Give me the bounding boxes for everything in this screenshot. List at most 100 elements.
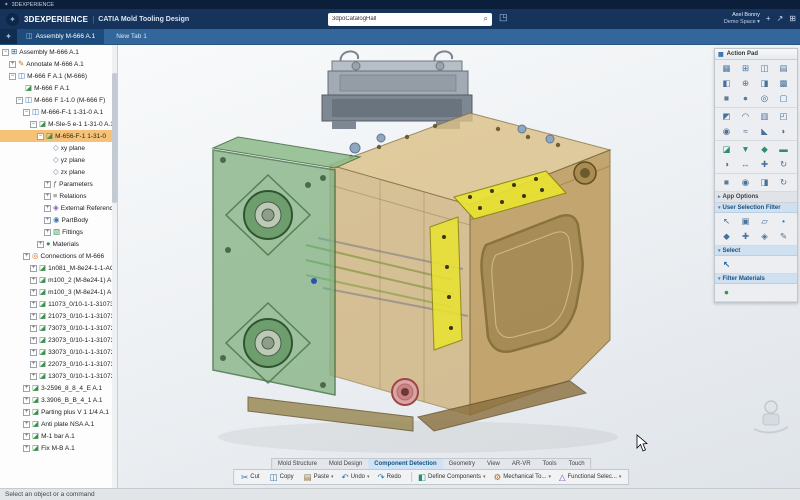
tool-icon[interactable] [736, 61, 755, 76]
filter-tool-icon[interactable] [774, 229, 793, 244]
tree-item[interactable]: M-1 bar A.1 [0, 430, 117, 442]
tool-icon[interactable] [717, 91, 736, 106]
tree-item[interactable]: Annotate M-666 A.1 [0, 58, 117, 70]
tree-expander-icon[interactable] [30, 325, 37, 332]
filter-tool-icon[interactable] [736, 214, 755, 229]
tree-expander-icon[interactable] [23, 409, 30, 416]
tree-expander-icon[interactable] [30, 337, 37, 344]
tree-expander-icon[interactable] [44, 229, 51, 236]
tree-item[interactable]: 21073_0/10-1-1-31073 [0, 310, 117, 322]
tool-icon[interactable] [736, 76, 755, 91]
tree-item[interactable]: 13073_0/10-1-1-31073 [0, 370, 117, 382]
tree-item[interactable]: zx plane [0, 166, 117, 178]
tree-item[interactable]: M-666 F A.1 (M-666) [0, 70, 117, 82]
tool-icon[interactable] [755, 142, 774, 157]
tree-expander-icon[interactable] [44, 169, 51, 176]
tree-item[interactable]: m100_2 (M-8e24-1) A.1 [0, 274, 117, 286]
tree-item[interactable]: 22073_0/10-1-1-31073 [0, 358, 117, 370]
tree-expander-icon[interactable] [30, 301, 37, 308]
tool-icon[interactable] [755, 109, 774, 124]
tree-item[interactable]: M-666-F-1 1-31-0 A.1 [0, 106, 117, 118]
search-bar[interactable]: 3dpoCatalogHall [328, 13, 492, 26]
filter-tool-icon[interactable] [755, 214, 774, 229]
tree-item[interactable]: 3.3906_B_B_4_1 A.1 [0, 394, 117, 406]
ribbon-tab[interactable]: Touch [563, 459, 591, 469]
tree-expander-icon[interactable] [23, 445, 30, 452]
filter-tool-icon[interactable] [717, 257, 736, 272]
filter-tool-icon[interactable] [755, 229, 774, 244]
tree-item[interactable]: Connections of M-666 [0, 250, 117, 262]
tool-icon[interactable] [774, 175, 793, 190]
tool-icon[interactable] [774, 124, 793, 139]
tree-expander-icon[interactable] [30, 313, 37, 320]
tool-icon[interactable] [774, 157, 793, 172]
tool-icon[interactable] [755, 124, 774, 139]
tree-item[interactable]: 33073_0/10-1-1-31073 [0, 346, 117, 358]
filter-tool-icon[interactable] [717, 229, 736, 244]
tree-item[interactable]: 1n081_M-8e24-1-1-AG1 A.1 [0, 262, 117, 274]
tree-item[interactable]: M-666 F 1-1.0 (M-666 F) [0, 94, 117, 106]
ribbon-button[interactable]: Redo [375, 472, 406, 483]
tree-expander-icon[interactable] [44, 157, 51, 164]
ribbon-tab[interactable]: Component Detection [368, 459, 442, 469]
tool-icon[interactable] [755, 91, 774, 106]
share-icon[interactable] [777, 15, 784, 23]
tag-icon[interactable] [499, 13, 508, 22]
tree-item[interactable]: Parameters [0, 178, 117, 190]
locating-ring[interactable] [392, 379, 418, 405]
search-icon[interactable] [484, 15, 488, 23]
search-input[interactable]: 3dpoCatalogHall [332, 16, 484, 22]
tree-expander-icon[interactable] [44, 181, 51, 188]
tree-item[interactable]: 23073_0/10-1-1-31073 [0, 334, 117, 346]
tree-item[interactable]: Relations [0, 190, 117, 202]
tree-scrollbar-thumb[interactable] [112, 73, 117, 203]
tree-item[interactable]: 73073_0/10-1-1-31073 [0, 322, 117, 334]
tool-icon[interactable] [736, 175, 755, 190]
tool-icon[interactable] [736, 142, 755, 157]
tool-icon[interactable] [717, 76, 736, 91]
tool-icon[interactable] [755, 157, 774, 172]
tree-expander-icon[interactable] [16, 85, 23, 92]
ribbon-tab[interactable]: Mold Design [323, 459, 368, 469]
ribbon-tab[interactable]: Geometry [443, 459, 481, 469]
tree-expander-icon[interactable] [30, 373, 37, 380]
tree-expander-icon[interactable] [23, 433, 30, 440]
tree-expander-icon[interactable] [44, 193, 51, 200]
document-tab[interactable]: New Tab 1 [104, 29, 156, 44]
tree-item[interactable]: Materials [0, 238, 117, 250]
tool-icon[interactable] [736, 91, 755, 106]
collab-space-selector[interactable]: Demo Space ▾ [724, 19, 760, 26]
tool-icon[interactable] [736, 109, 755, 124]
tree-item[interactable]: 11073_0/10-1-1-31073 [0, 298, 117, 310]
tool-icon[interactable] [717, 157, 736, 172]
robot-companion-icon[interactable] [754, 401, 788, 433]
tree-expander-icon[interactable] [23, 109, 30, 116]
3dexperience-compass-icon[interactable]: ✦ [6, 13, 19, 26]
app-options-header[interactable]: ▸ App Options [715, 192, 797, 203]
tree-expander-icon[interactable] [9, 61, 16, 68]
3d-viewport[interactable]: Action Pad ▸ App Options [118, 45, 800, 488]
tool-icon[interactable] [774, 109, 793, 124]
tree-item[interactable]: M-666 F A.1 [0, 82, 117, 94]
ribbon-button[interactable]: Paste [301, 472, 337, 483]
apps-grid-icon[interactable] [789, 15, 796, 23]
tool-icon[interactable] [736, 157, 755, 172]
ribbon-button[interactable]: Cut [238, 472, 264, 483]
add-icon[interactable] [766, 15, 771, 23]
filter-tool-icon[interactable] [717, 214, 736, 229]
filter-tool-icon[interactable] [774, 214, 793, 229]
tree-expander-icon[interactable] [23, 397, 30, 404]
tree-expander-icon[interactable] [2, 49, 9, 56]
ribbon-tab[interactable]: Tools [537, 459, 563, 469]
tool-icon[interactable] [774, 76, 793, 91]
tree-expander-icon[interactable] [44, 205, 51, 212]
ribbon-button[interactable]: Undo [339, 472, 373, 483]
tree-item[interactable]: yz plane [0, 154, 117, 166]
tree-item[interactable]: Parting plus V 1 1/4 A.1 [0, 406, 117, 418]
tree-item[interactable]: 3-2596_8_8_4_E A.1 [0, 382, 117, 394]
document-tab[interactable]: Assembly M-666 A.1 [17, 29, 104, 44]
user-info[interactable]: Axel Bonny Demo Space ▾ [724, 12, 760, 27]
tool-icon[interactable] [755, 175, 774, 190]
tool-icon[interactable] [736, 124, 755, 139]
filter-tool-icon[interactable] [717, 285, 736, 300]
